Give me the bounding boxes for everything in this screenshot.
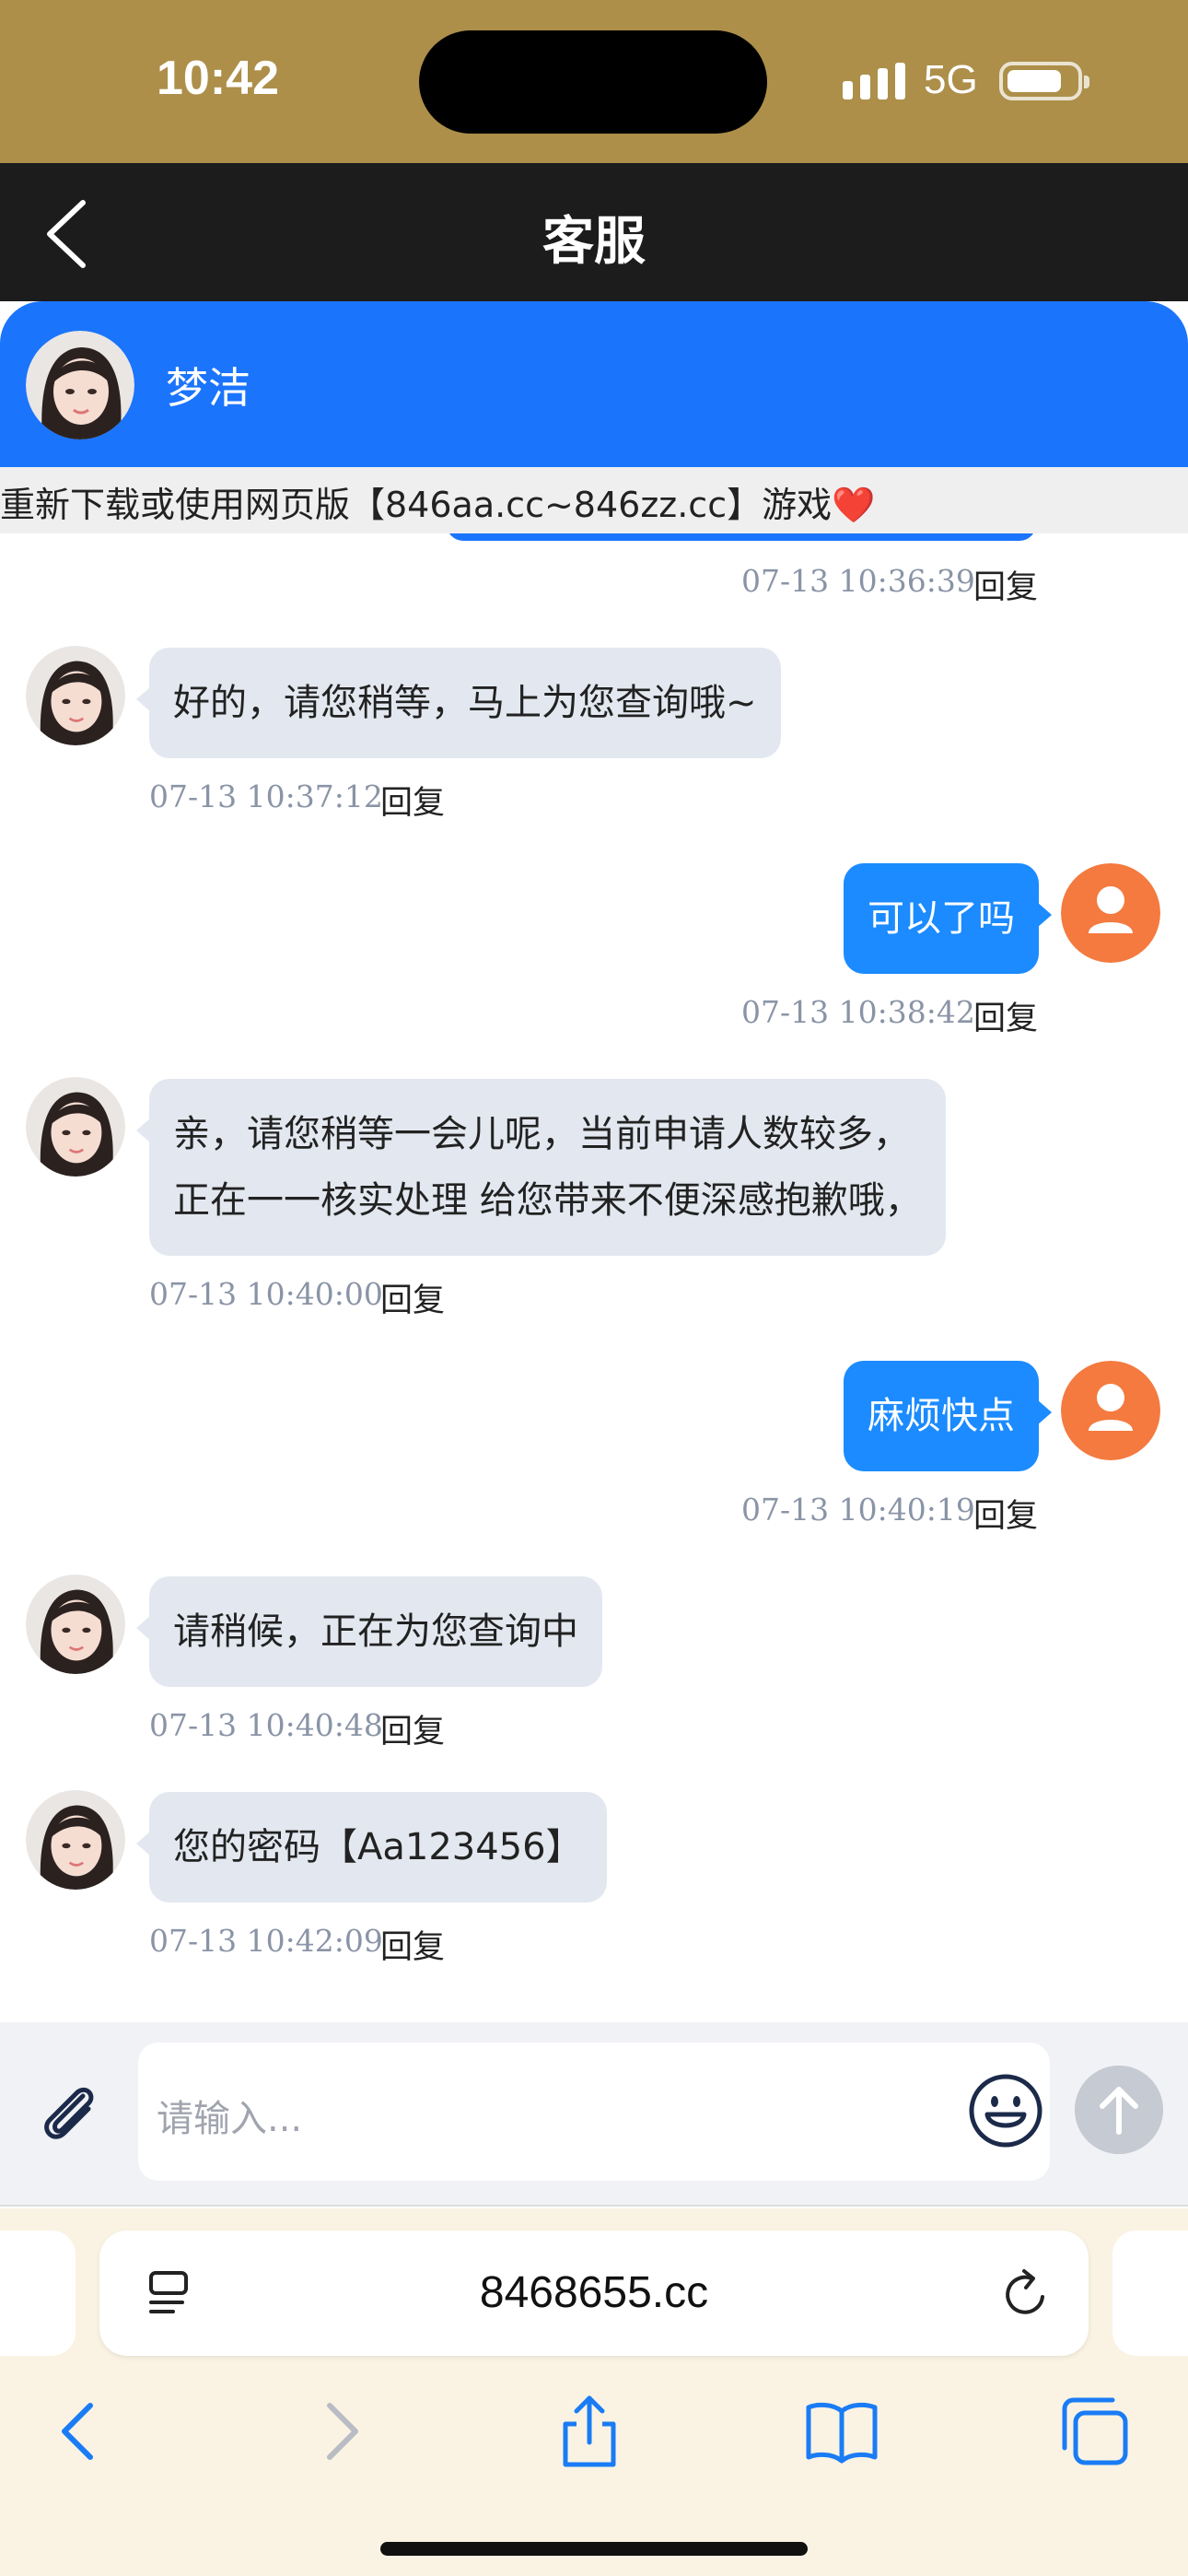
reply-link[interactable]: 回复 (973, 561, 1038, 608)
nav-bar: 客服 (0, 163, 1188, 301)
message-time: 07-13 10:40:48 (149, 1707, 383, 1743)
reply-link[interactable]: 回复 (380, 1274, 445, 1321)
agent-name: 梦洁 (166, 363, 250, 413)
network-type: 5G (924, 57, 978, 102)
agent-avatar[interactable] (26, 646, 125, 745)
message-time: 07-13 10:40:19 (741, 1492, 975, 1528)
reply-link[interactable]: 回复 (380, 1921, 445, 1968)
battery-icon (999, 62, 1089, 100)
next-tab-preview[interactable] (1112, 2231, 1188, 2356)
previous-tab-preview[interactable] (0, 2231, 76, 2356)
reload-icon[interactable] (1000, 2266, 1052, 2321)
agent-avatar[interactable] (26, 331, 134, 439)
url-text: 8468655.cc (479, 2268, 709, 2317)
page-title: 客服 (542, 212, 646, 272)
message-input-placeholder: 请输入... (157, 2098, 303, 2140)
bookmarks-icon[interactable] (803, 2393, 880, 2470)
notice-text: 重新下载或使用网页版【846aa.cc~846zz.cc】游戏❤️ (0, 485, 876, 525)
back-icon[interactable] (42, 2393, 120, 2470)
message-line: 正在一一核实处理 给您带来不便深感抱歉哦， (173, 1179, 922, 1222)
user-avatar[interactable] (1061, 1361, 1160, 1460)
message-bubble[interactable]: 麻烦快点 (844, 1361, 1052, 1471)
status-time: 10:42 (157, 52, 279, 105)
message-time: 07-13 10:38:42 (741, 994, 975, 1030)
share-icon[interactable] (551, 2393, 628, 2470)
status-bar: 10:42 5G (0, 0, 1188, 163)
agent-avatar[interactable] (26, 1790, 125, 1890)
chat-area[interactable]: 07-13 10:36:39 回复 好的，请您稍等，马上为您查询哦~ 07-13… (0, 533, 1188, 2022)
reply-link[interactable]: 回复 (973, 1490, 1038, 1537)
reply-link[interactable]: 回复 (380, 1705, 445, 1752)
message-bubble[interactable]: 好的，请您稍等，马上为您查询哦~ (136, 648, 781, 758)
message-input[interactable]: 请输入... (138, 2043, 1050, 2181)
reply-link[interactable]: 回复 (380, 777, 445, 824)
signal-icon (843, 63, 905, 100)
agent-avatar[interactable] (26, 1077, 125, 1177)
message-bubble-partial (447, 533, 1036, 541)
forward-icon[interactable] (300, 2393, 378, 2470)
message-time: 07-13 10:37:12 (149, 779, 383, 814)
message-time: 07-13 10:42:09 (149, 1923, 383, 1959)
message-bubble[interactable]: 您的密码【Aa123456】 (136, 1792, 607, 1903)
message-line: 亲，请您稍等一会儿呢，当前申请人数较多， (173, 1113, 910, 1155)
agent-avatar[interactable] (26, 1575, 125, 1674)
message-bubble[interactable]: 可以了吗 (844, 863, 1052, 974)
dynamic-island (419, 30, 767, 134)
message-time: 07-13 10:40:00 (149, 1276, 383, 1312)
browser-toolbar: 8468655.cc (0, 2208, 1188, 2576)
smiley-icon[interactable] (967, 2072, 1044, 2149)
tabs-icon[interactable] (1055, 2393, 1133, 2470)
agent-header: 梦洁 (0, 301, 1188, 467)
home-indicator[interactable] (380, 2542, 808, 2556)
notice-marquee: 重新下载或使用网页版【846aa.cc~846zz.cc】游戏❤️ (0, 467, 1188, 533)
arrow-up-icon[interactable] (1075, 2066, 1163, 2154)
reply-link[interactable]: 回复 (973, 992, 1038, 1039)
address-bar[interactable]: 8468655.cc (99, 2231, 1089, 2356)
paperclip-icon[interactable] (35, 2078, 105, 2148)
user-avatar[interactable] (1061, 863, 1160, 963)
message-bubble[interactable]: 请稍候，正在为您查询中 (136, 1576, 602, 1687)
message-bubble[interactable]: 亲，请您稍等一会儿呢，当前申请人数较多， 正在一一核实处理 给您带来不便深感抱歉… (136, 1079, 946, 1256)
composer-bar: 请输入... (0, 2022, 1188, 2207)
message-time: 07-13 10:36:39 (741, 563, 975, 599)
